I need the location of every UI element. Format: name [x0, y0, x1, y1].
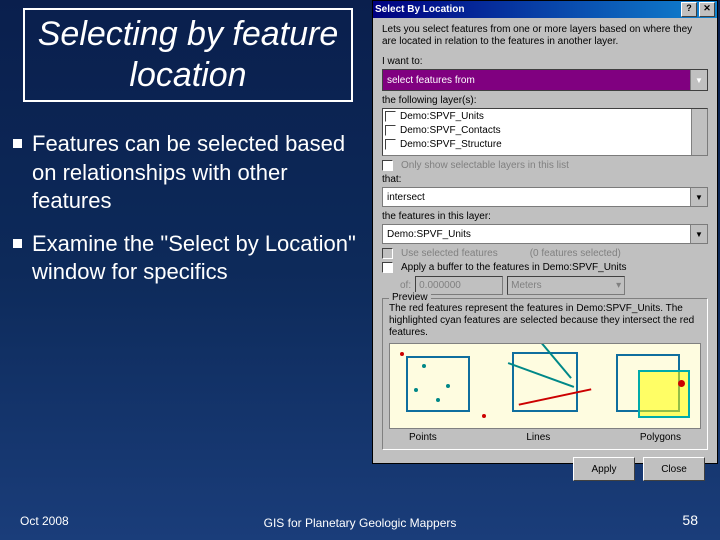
relation-value: intersect	[383, 192, 690, 203]
select-by-location-dialog: Select By Location ? ✕ Lets you select f…	[372, 0, 718, 464]
checkbox[interactable]	[382, 262, 393, 273]
layer-item[interactable]: Demo:SPVF_Contacts	[383, 123, 707, 137]
bullet-list: Features can be selected based on relati…	[13, 130, 363, 301]
relation-dropdown[interactable]: intersect ▼	[382, 187, 708, 207]
bullet-item: Examine the "Select by Location" window …	[13, 230, 363, 287]
layer-label: Demo:SPVF_Structure	[400, 139, 502, 150]
slide-title: Selecting by feature location	[23, 8, 353, 102]
preview-captions: Points Lines Polygons	[389, 432, 701, 443]
bullet-marker	[13, 139, 22, 148]
preview-text: The red features represent the features …	[389, 303, 701, 339]
apply-button[interactable]: Apply	[573, 457, 635, 481]
page-number: 58	[682, 512, 698, 528]
chevron-down-icon[interactable]: ▼	[690, 188, 707, 206]
dialog-title: Select By Location	[375, 4, 464, 15]
source-layer-dropdown[interactable]: Demo:SPVF_Units ▼	[382, 224, 708, 244]
label-that: that:	[382, 174, 708, 185]
use-selected-label: Use selected features	[401, 248, 498, 259]
only-selectable-row[interactable]: Only show selectable layers in this list	[382, 160, 708, 171]
checkbox[interactable]	[385, 125, 396, 136]
buffer-unit-value: Meters	[511, 280, 542, 291]
footer-title-text: GIS for Planetary Geologic Mappers	[264, 516, 457, 530]
bullet-marker	[13, 239, 22, 248]
preview-image	[389, 343, 701, 429]
chevron-down-icon: ▾	[616, 280, 621, 291]
buffer-row[interactable]: Apply a buffer to the features in Demo:S…	[382, 262, 708, 273]
bullet-item: Features can be selected based on relati…	[13, 130, 363, 216]
slide-title-text: Selecting by feature location	[25, 14, 351, 96]
features-selected-count: (0 features selected)	[530, 248, 621, 259]
bullet-text: Examine the "Select by Location" window …	[32, 230, 363, 287]
caption-lines: Lines	[526, 432, 550, 443]
source-layer-value: Demo:SPVF_Units	[383, 229, 690, 240]
caption-points: Points	[409, 432, 437, 443]
label-layers: the following layer(s):	[382, 95, 708, 106]
layer-label: Demo:SPVF_Contacts	[400, 125, 501, 136]
use-selected-row: Use selected features (0 features select…	[382, 248, 708, 259]
close-icon[interactable]: ✕	[699, 2, 715, 17]
bullet-text: Features can be selected based on relati…	[32, 130, 363, 216]
want-dropdown[interactable]: select features from ▼	[382, 69, 708, 91]
footer-title: GIS for Planetary Geologic Mappers	[0, 516, 720, 530]
close-button[interactable]: Close	[643, 457, 705, 481]
dialog-titlebar[interactable]: Select By Location ? ✕	[373, 1, 717, 18]
chevron-down-icon[interactable]: ▼	[690, 225, 707, 243]
preview-legend: Preview	[389, 292, 431, 303]
checkbox[interactable]	[385, 139, 396, 150]
label-want: I want to:	[382, 56, 708, 67]
close-label: Close	[661, 464, 687, 475]
layer-label: Demo:SPVF_Units	[400, 111, 484, 122]
scrollbar[interactable]	[691, 109, 707, 155]
checkbox-disabled	[382, 248, 393, 259]
preview-group: Preview The red features represent the f…	[382, 298, 708, 450]
checkbox[interactable]	[385, 111, 396, 122]
chevron-down-icon[interactable]: ▼	[690, 70, 707, 90]
dialog-description: Lets you select features from one or mor…	[382, 24, 708, 48]
label-in-layer: the features in this layer:	[382, 211, 708, 222]
want-value: select features from	[383, 75, 690, 86]
apply-label: Apply	[591, 464, 616, 475]
help-button[interactable]: ?	[681, 2, 697, 17]
only-selectable-label: Only show selectable layers in this list	[401, 160, 569, 171]
layer-item[interactable]: Demo:SPVF_Structure	[383, 137, 707, 151]
caption-polygons: Polygons	[640, 432, 681, 443]
layer-item[interactable]: Demo:SPVF_Units	[383, 109, 707, 123]
layers-listbox[interactable]: Demo:SPVF_Units Demo:SPVF_Contacts Demo:…	[382, 108, 708, 156]
of-label: of:	[400, 280, 411, 291]
buffer-unit-dropdown: Meters ▾	[507, 276, 625, 295]
checkbox[interactable]	[382, 160, 393, 171]
buffer-label: Apply a buffer to the features in Demo:S…	[401, 262, 627, 273]
